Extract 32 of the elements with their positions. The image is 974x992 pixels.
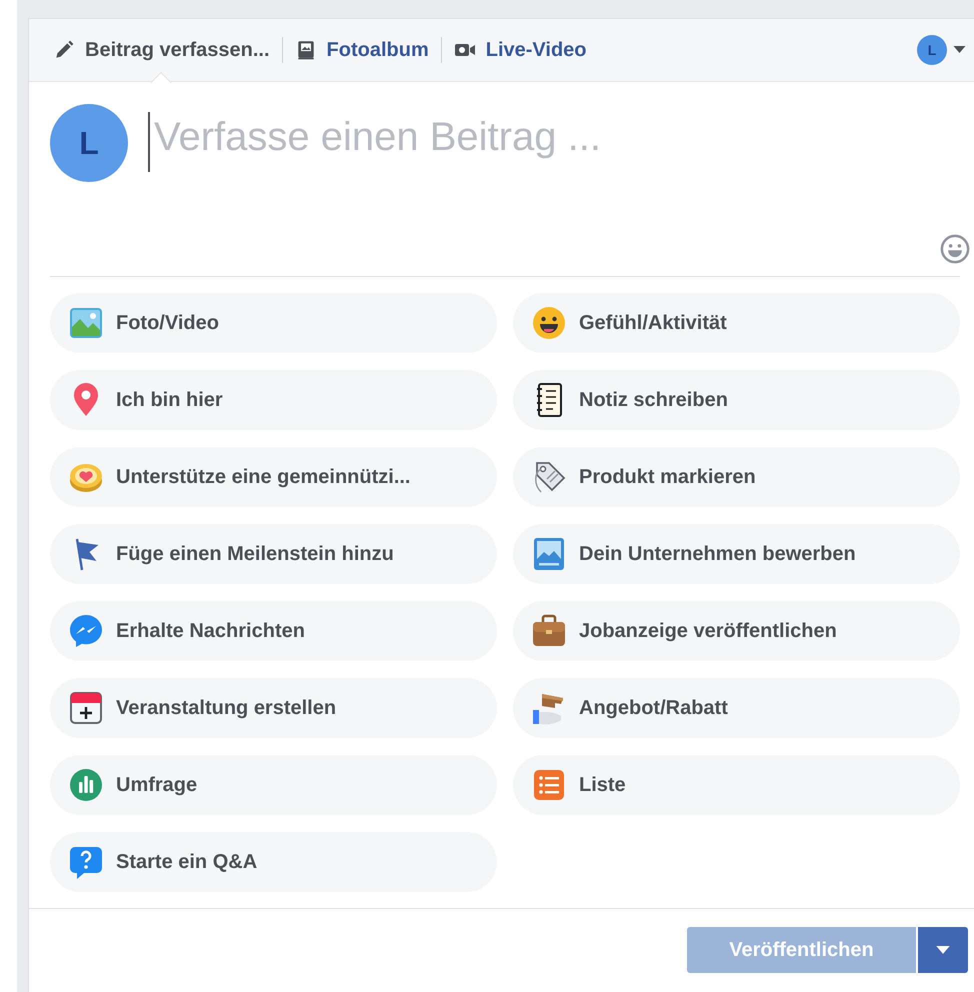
action-button[interactable]: Liste [513, 755, 960, 815]
list-icon [531, 767, 567, 803]
tab[interactable]: Live-Video [446, 19, 595, 81]
publish-options-button[interactable] [918, 927, 968, 973]
action-button[interactable]: Umfrage [50, 755, 497, 815]
tab[interactable]: Fotoalbum [286, 19, 437, 81]
action-button[interactable]: Ich bin hier [50, 370, 497, 430]
caret-icon [953, 46, 966, 54]
bar-chart-icon [68, 767, 104, 803]
action-button[interactable]: Erhalte Nachrichten [50, 601, 497, 661]
action-button[interactable]: Foto/Video [50, 293, 497, 353]
tab[interactable]: Beitrag verfassen... [45, 19, 278, 81]
action-button[interactable]: Gefühl/Aktivität [513, 293, 960, 353]
calendar-icon [68, 690, 104, 726]
action-button[interactable]: Starte ein Q&A [50, 832, 497, 892]
briefcase-icon [531, 613, 567, 649]
action-button[interactable]: Veranstaltung erstellen [50, 678, 497, 738]
action-button[interactable]: Dein Unternehmen bewerben [513, 524, 960, 584]
chat-bubble-icon [68, 613, 104, 649]
action-button[interactable]: Jobanzeige veröffentlichen [513, 601, 960, 661]
action-button[interactable]: Unterstütze eine gemeinnützi... [50, 447, 497, 507]
avatar: L [50, 104, 128, 182]
action-button[interactable]: Produkt markieren [513, 447, 960, 507]
smiley-icon [531, 305, 567, 341]
smiley-icon[interactable] [940, 234, 970, 264]
caret-icon [936, 946, 950, 954]
action-button[interactable]: Notiz schreiben [513, 370, 960, 430]
question-bubble-icon [68, 844, 104, 880]
photo-icon [68, 305, 104, 341]
post-field[interactable]: Verfasse einen Beitrag ... [148, 112, 954, 172]
action-button[interactable]: Angebot/Rabatt [513, 678, 960, 738]
action-button[interactable]: Füge einen Meilenstein hinzu [50, 524, 497, 584]
